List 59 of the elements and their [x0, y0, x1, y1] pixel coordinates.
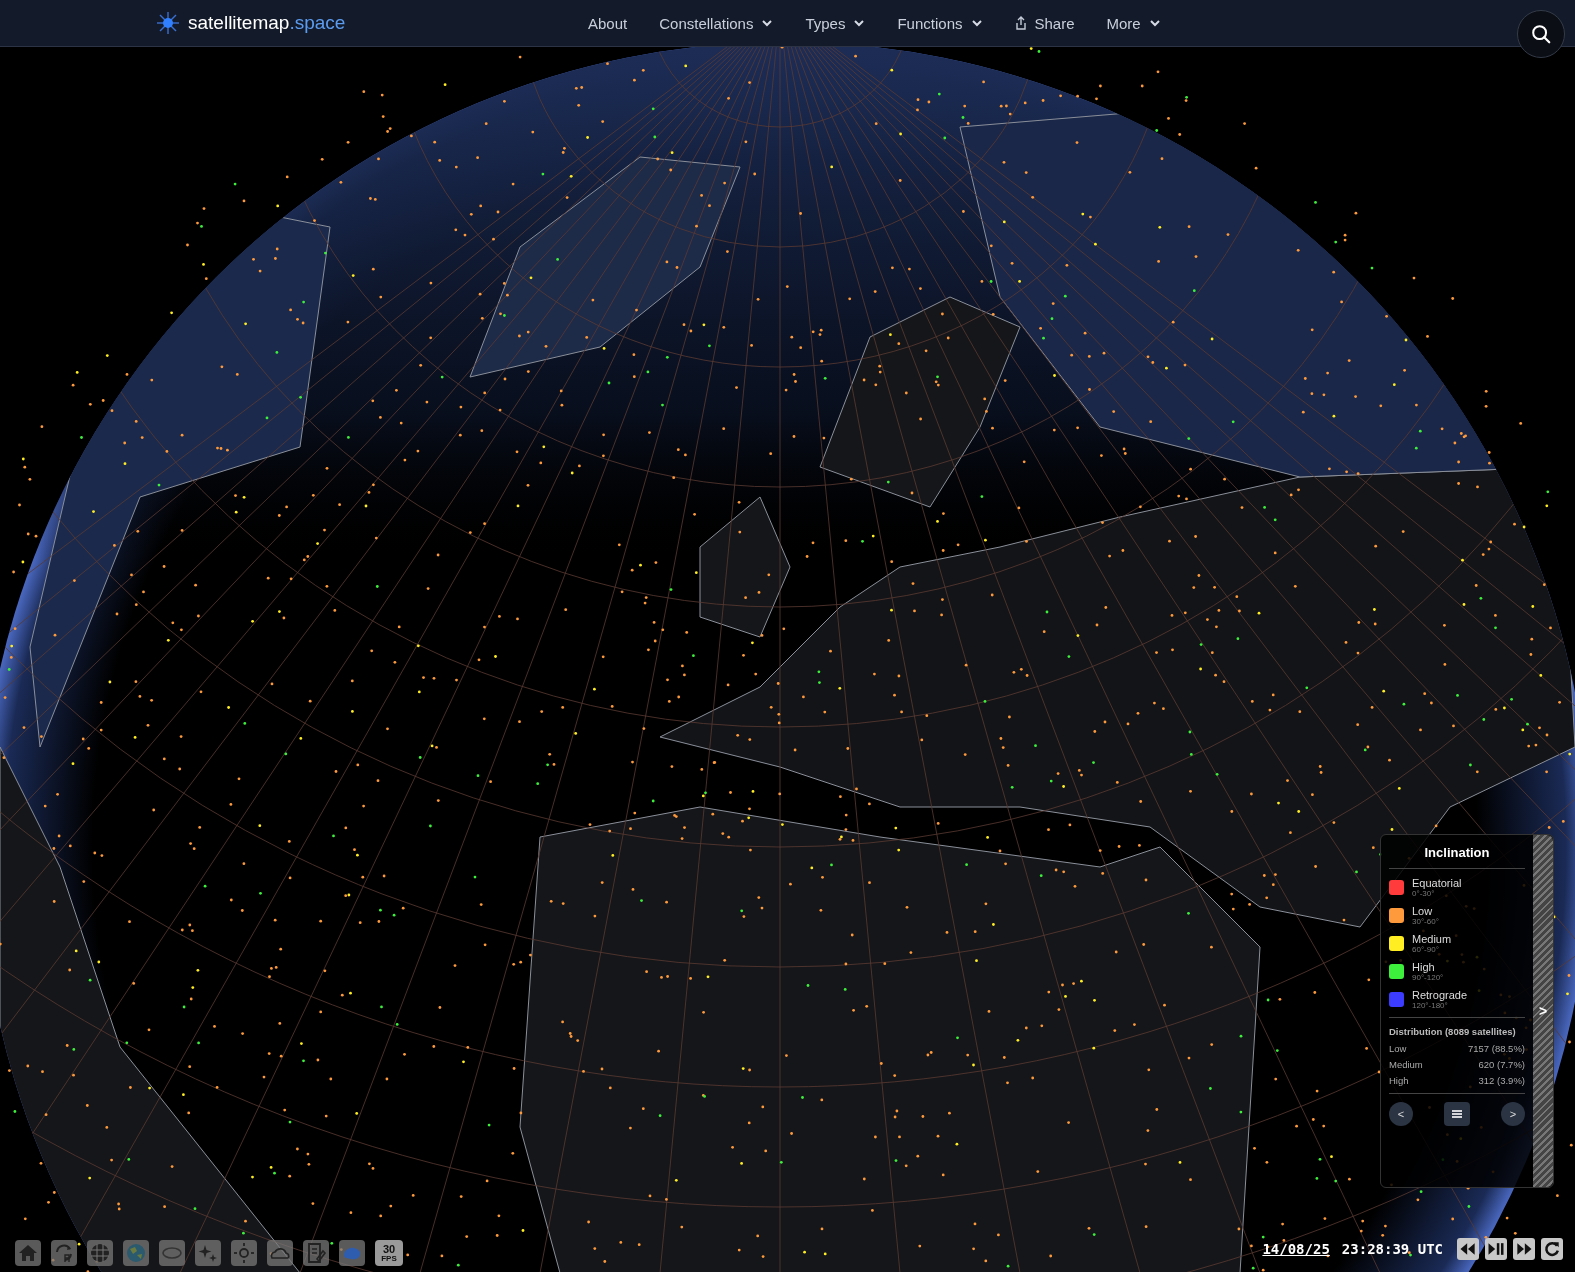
orbit-button[interactable] — [159, 1240, 185, 1266]
legend-range: 30°-60° — [1412, 917, 1439, 926]
chevron-down-icon — [970, 17, 983, 29]
legend-range: 90°-120° — [1412, 973, 1444, 982]
nav-dropdown[interactable]: Functions — [897, 14, 983, 32]
fast-forward-button[interactable] — [1513, 1238, 1535, 1260]
legend-range: 120°-180° — [1412, 1001, 1448, 1010]
earth-button[interactable] — [123, 1240, 149, 1266]
logo-icon — [156, 11, 180, 35]
globe-icon — [88, 1241, 112, 1265]
cloud-button[interactable] — [267, 1240, 293, 1266]
date-link[interactable]: 14/08/25 — [1262, 1241, 1330, 1257]
distribution-label: Low — [1389, 1043, 1407, 1054]
distribution-value: 312 (3.9%) — [1478, 1075, 1525, 1086]
search-icon — [1530, 23, 1552, 45]
search-button[interactable] — [1517, 10, 1565, 58]
legend-label: Medium — [1412, 933, 1452, 945]
distribution-label: Medium — [1389, 1059, 1423, 1070]
menu-button[interactable] — [1444, 1102, 1470, 1126]
legend-label: Low — [1412, 905, 1434, 917]
nav-link[interactable]: About — [588, 14, 628, 32]
next-button[interactable]: > — [1501, 1102, 1525, 1126]
blob-button[interactable] — [339, 1240, 365, 1266]
menu-icon — [1451, 1109, 1463, 1119]
distribution-title: Distribution (8089 satellites) — [1389, 1017, 1525, 1037]
sun-button[interactable] — [231, 1240, 257, 1266]
play-pause-button[interactable] — [1485, 1238, 1507, 1260]
legend-label: Retrograde — [1412, 989, 1468, 1001]
stars-button[interactable] — [195, 1240, 221, 1266]
legend-label: High — [1412, 961, 1435, 973]
time-text: 23:28:39 UTC — [1341, 1241, 1443, 1257]
earth-icon — [124, 1241, 148, 1265]
distribution-value: 620 (7.7%) — [1478, 1059, 1525, 1070]
globe-button[interactable] — [87, 1240, 113, 1266]
fps-button[interactable]: 30 FPS — [375, 1240, 403, 1266]
collapse-handle[interactable]: > — [1533, 835, 1553, 1187]
nav-dropdown[interactable]: Constellations — [659, 14, 774, 32]
distribution-value: 7157 (88.5%) — [1467, 1043, 1525, 1054]
reset-button[interactable] — [1541, 1238, 1563, 1260]
nav-dropdown[interactable]: More — [1106, 14, 1161, 32]
reload-icon — [1542, 1239, 1562, 1259]
share-link[interactable]: Share — [1014, 14, 1075, 32]
notes-button[interactable] — [303, 1240, 329, 1266]
chevron-down-icon — [1148, 17, 1161, 29]
previous-button[interactable]: < — [1389, 1102, 1413, 1126]
legend-title: Inclination — [1389, 845, 1525, 869]
distribution-label: High — [1389, 1075, 1409, 1086]
chevron-down-icon — [853, 17, 866, 29]
share-icon — [1014, 16, 1027, 30]
sun-icon — [232, 1241, 256, 1265]
chevron-down-icon — [761, 17, 774, 29]
legend-label: Equatorial — [1412, 877, 1462, 889]
home-button[interactable] — [15, 1240, 41, 1266]
rotate-button[interactable] — [51, 1240, 77, 1266]
site-logo-link[interactable]: satellitemap.space — [188, 12, 346, 34]
legend-range: 60°-90° — [1412, 945, 1440, 954]
nav-dropdown[interactable]: Types — [805, 14, 866, 32]
legend-range: 0°-30° — [1412, 889, 1435, 898]
rewind-button[interactable] — [1457, 1238, 1479, 1260]
